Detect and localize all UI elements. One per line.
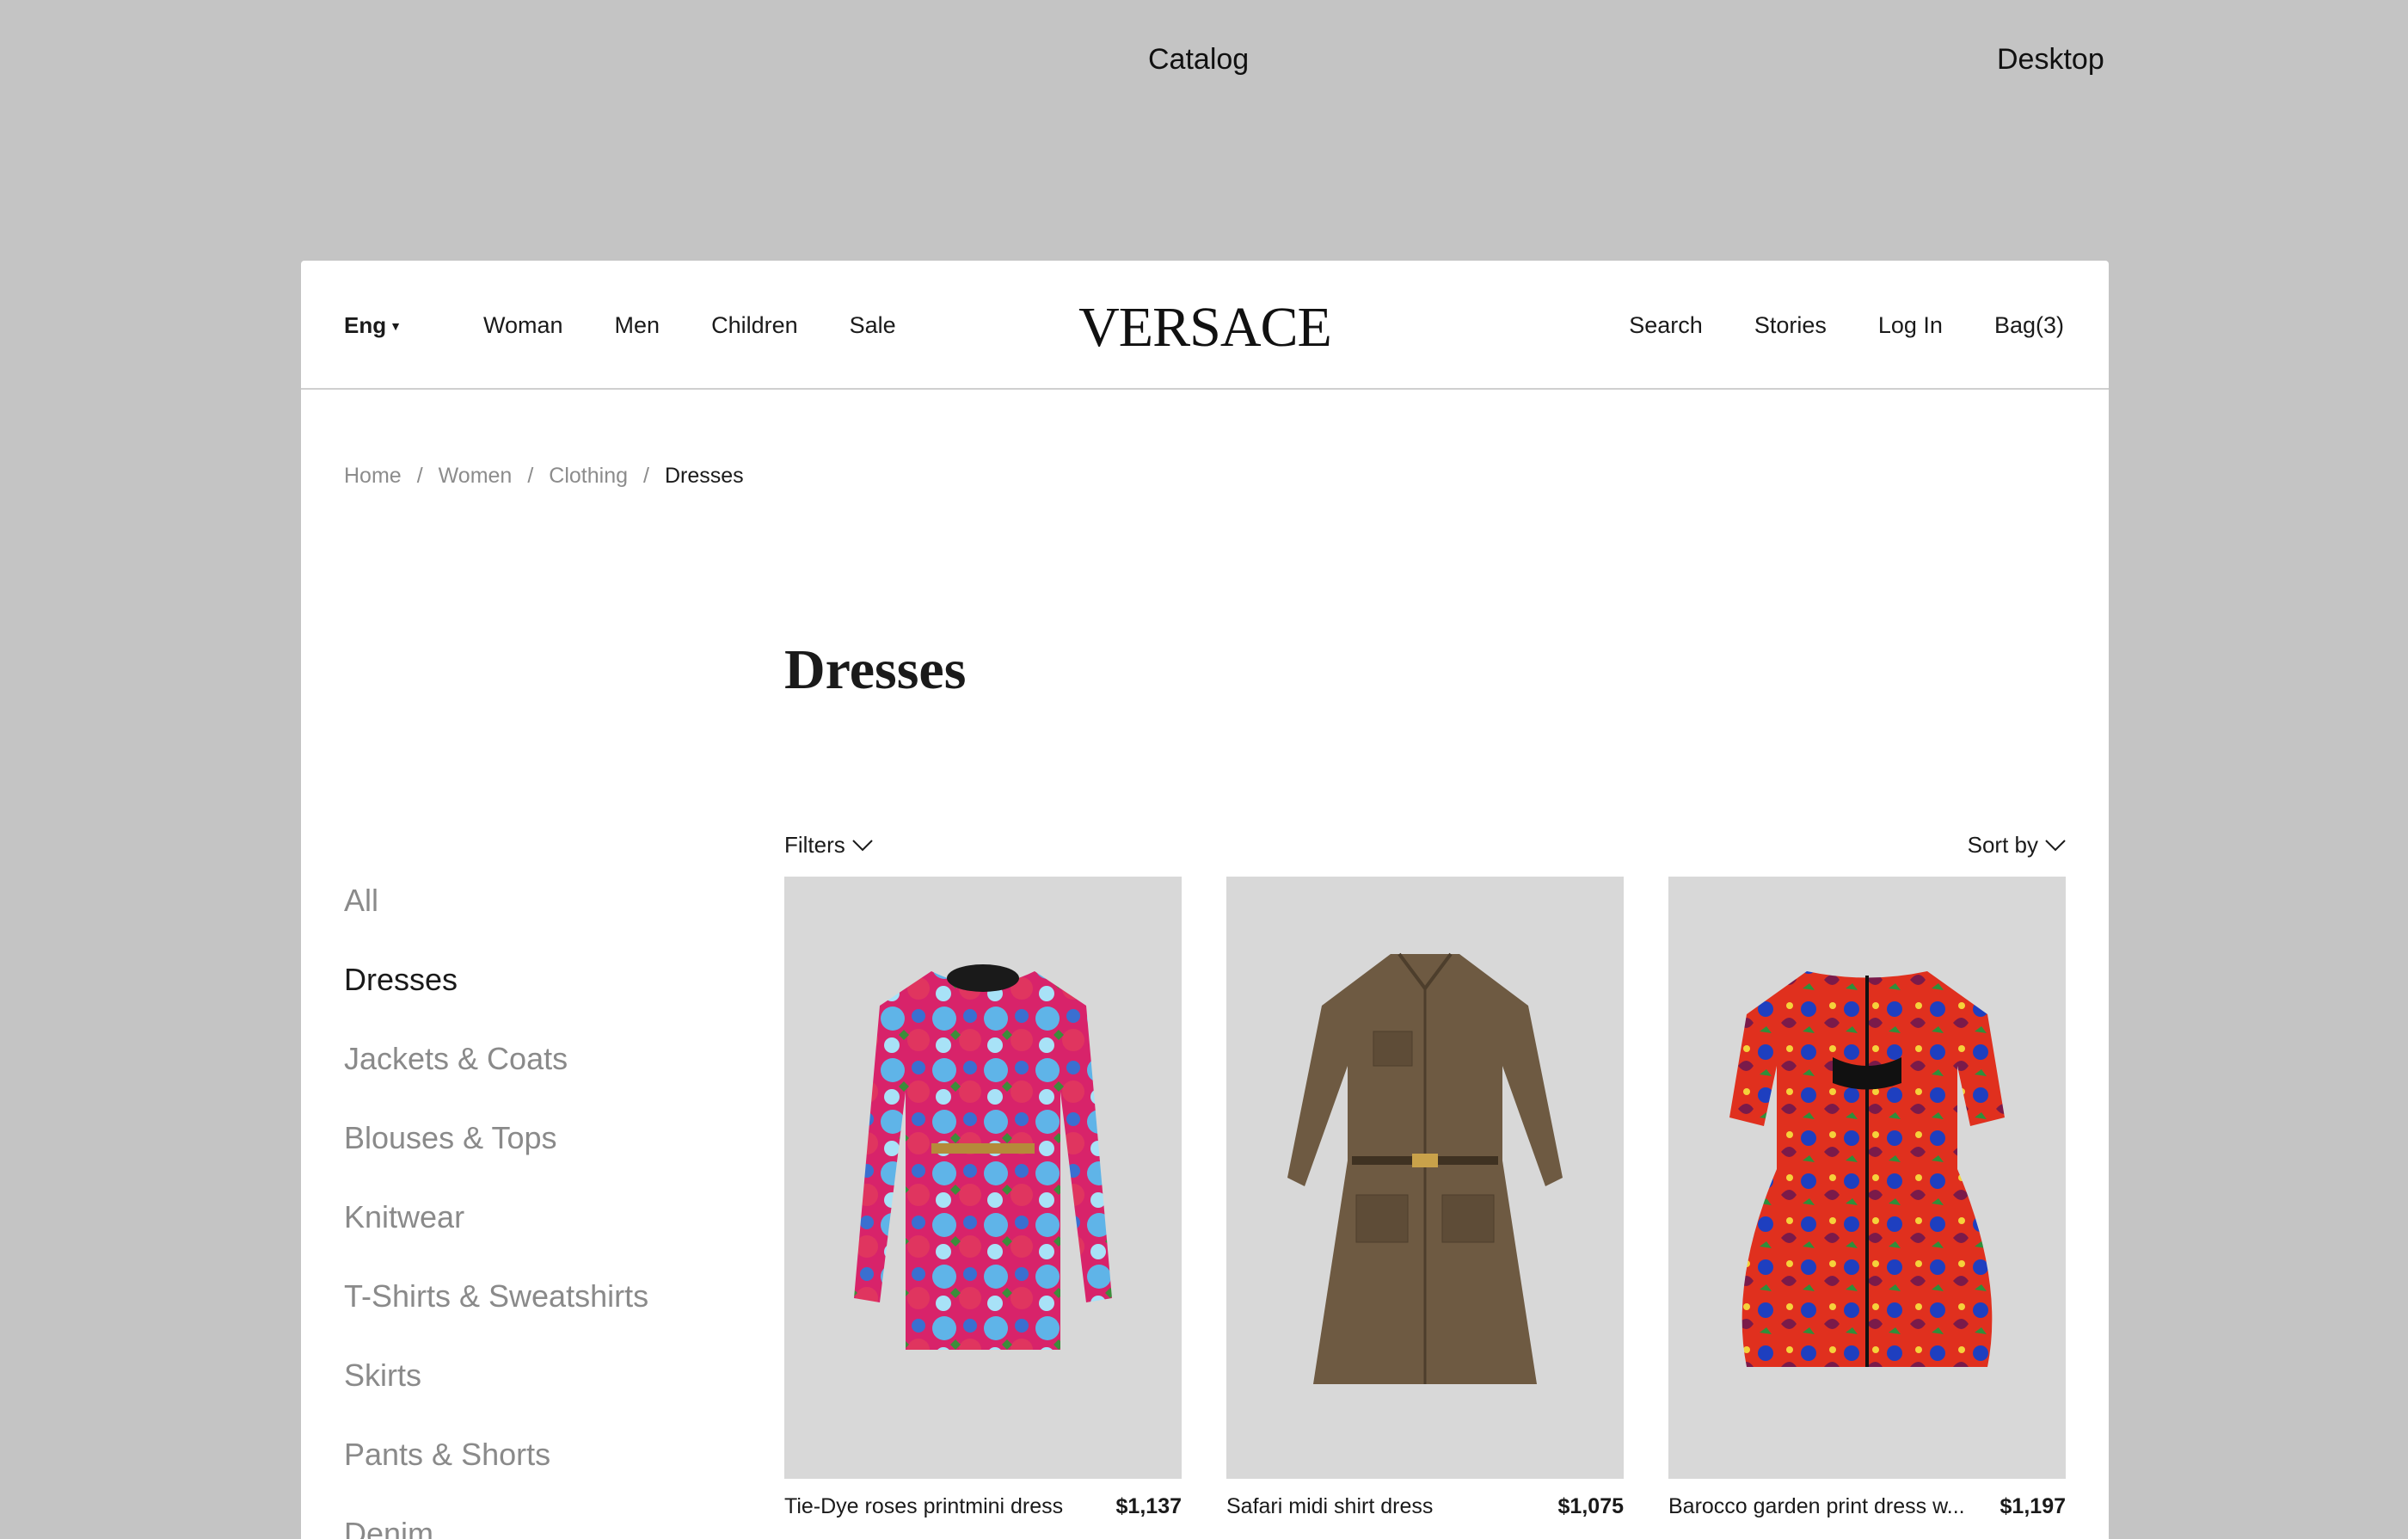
utility-nav: Search Stories Log In Bag(3) [1629, 312, 2064, 339]
product-price: $1,075 [1557, 1494, 1624, 1518]
category-pants-shorts[interactable]: Pants & Shorts [344, 1436, 648, 1515]
nav-search[interactable]: Search [1629, 312, 1703, 339]
breadcrumb-separator: / [416, 464, 423, 488]
product-name[interactable]: Tie-Dye roses printmini dress [784, 1494, 1063, 1519]
breadcrumb-current: Dresses [664, 464, 744, 488]
frame-label-catalog: Catalog [1148, 43, 1250, 76]
product-grid: Tie-Dye roses printmini dress $1,137 Saf… [784, 877, 2066, 1519]
category-skirts[interactable]: Skirts [344, 1357, 648, 1436]
breadcrumb-women[interactable]: Women [439, 464, 513, 489]
category-tshirts-sweatshirts[interactable]: T-Shirts & Sweatshirts [344, 1277, 648, 1357]
category-jackets-coats[interactable]: Jackets & Coats [344, 1040, 648, 1119]
page-title: Dresses [784, 638, 967, 701]
filters-label: Filters [784, 832, 845, 858]
product-card[interactable]: Tie-Dye roses printmini dress $1,137 [784, 877, 1182, 1519]
product-card[interactable]: Barocco garden print dress w... $1,197 [1668, 877, 2066, 1519]
nav-stories[interactable]: Stories [1754, 312, 1827, 339]
breadcrumb: Home / Women / Clothing / Dresses [344, 464, 744, 489]
breadcrumb-separator: / [643, 464, 649, 488]
filters-toggle[interactable]: Filters [784, 832, 873, 859]
product-card[interactable]: Safari midi shirt dress $1,075 [1226, 877, 1624, 1519]
product-price: $1,197 [2000, 1494, 2066, 1518]
product-price: $1,137 [1115, 1494, 1182, 1518]
breadcrumb-separator: / [527, 464, 534, 488]
chevron-down-icon [2045, 839, 2066, 851]
product-name[interactable]: Barocco garden print dress w... [1668, 1494, 1965, 1519]
sort-toggle[interactable]: Sort by [1968, 832, 2066, 859]
nav-bag[interactable]: Bag(3) [1994, 312, 2064, 339]
product-name[interactable]: Safari midi shirt dress [1226, 1494, 1433, 1519]
category-blouses-tops[interactable]: Blouses & Tops [344, 1119, 648, 1198]
barocco-print-dress-illustration [1729, 971, 2005, 1367]
brown-shirt-dress-illustration [1287, 952, 1563, 1384]
breadcrumb-clothing[interactable]: Clothing [549, 464, 628, 489]
product-image[interactable] [1668, 877, 2066, 1479]
product-image[interactable] [784, 877, 1182, 1479]
sort-label: Sort by [1967, 832, 2038, 858]
browser-frame: Eng ▼ Woman Men Children Sale VERSACE Se… [301, 261, 2109, 1539]
category-denim[interactable]: Denim [344, 1515, 648, 1539]
category-knitwear[interactable]: Knitwear [344, 1198, 648, 1277]
breadcrumb-home[interactable]: Home [344, 464, 402, 489]
site-header: Eng ▼ Woman Men Children Sale VERSACE Se… [301, 261, 2109, 390]
category-sidebar: All Dresses Jackets & Coats Blouses & To… [344, 882, 648, 1539]
nav-login[interactable]: Log In [1878, 312, 1943, 339]
chevron-down-icon [852, 839, 873, 851]
category-all[interactable]: All [344, 882, 648, 961]
frame-label-desktop: Desktop [1997, 43, 2104, 76]
product-image[interactable] [1226, 877, 1624, 1479]
category-dresses[interactable]: Dresses [344, 961, 648, 1040]
floral-dress-illustration [854, 964, 1112, 1350]
